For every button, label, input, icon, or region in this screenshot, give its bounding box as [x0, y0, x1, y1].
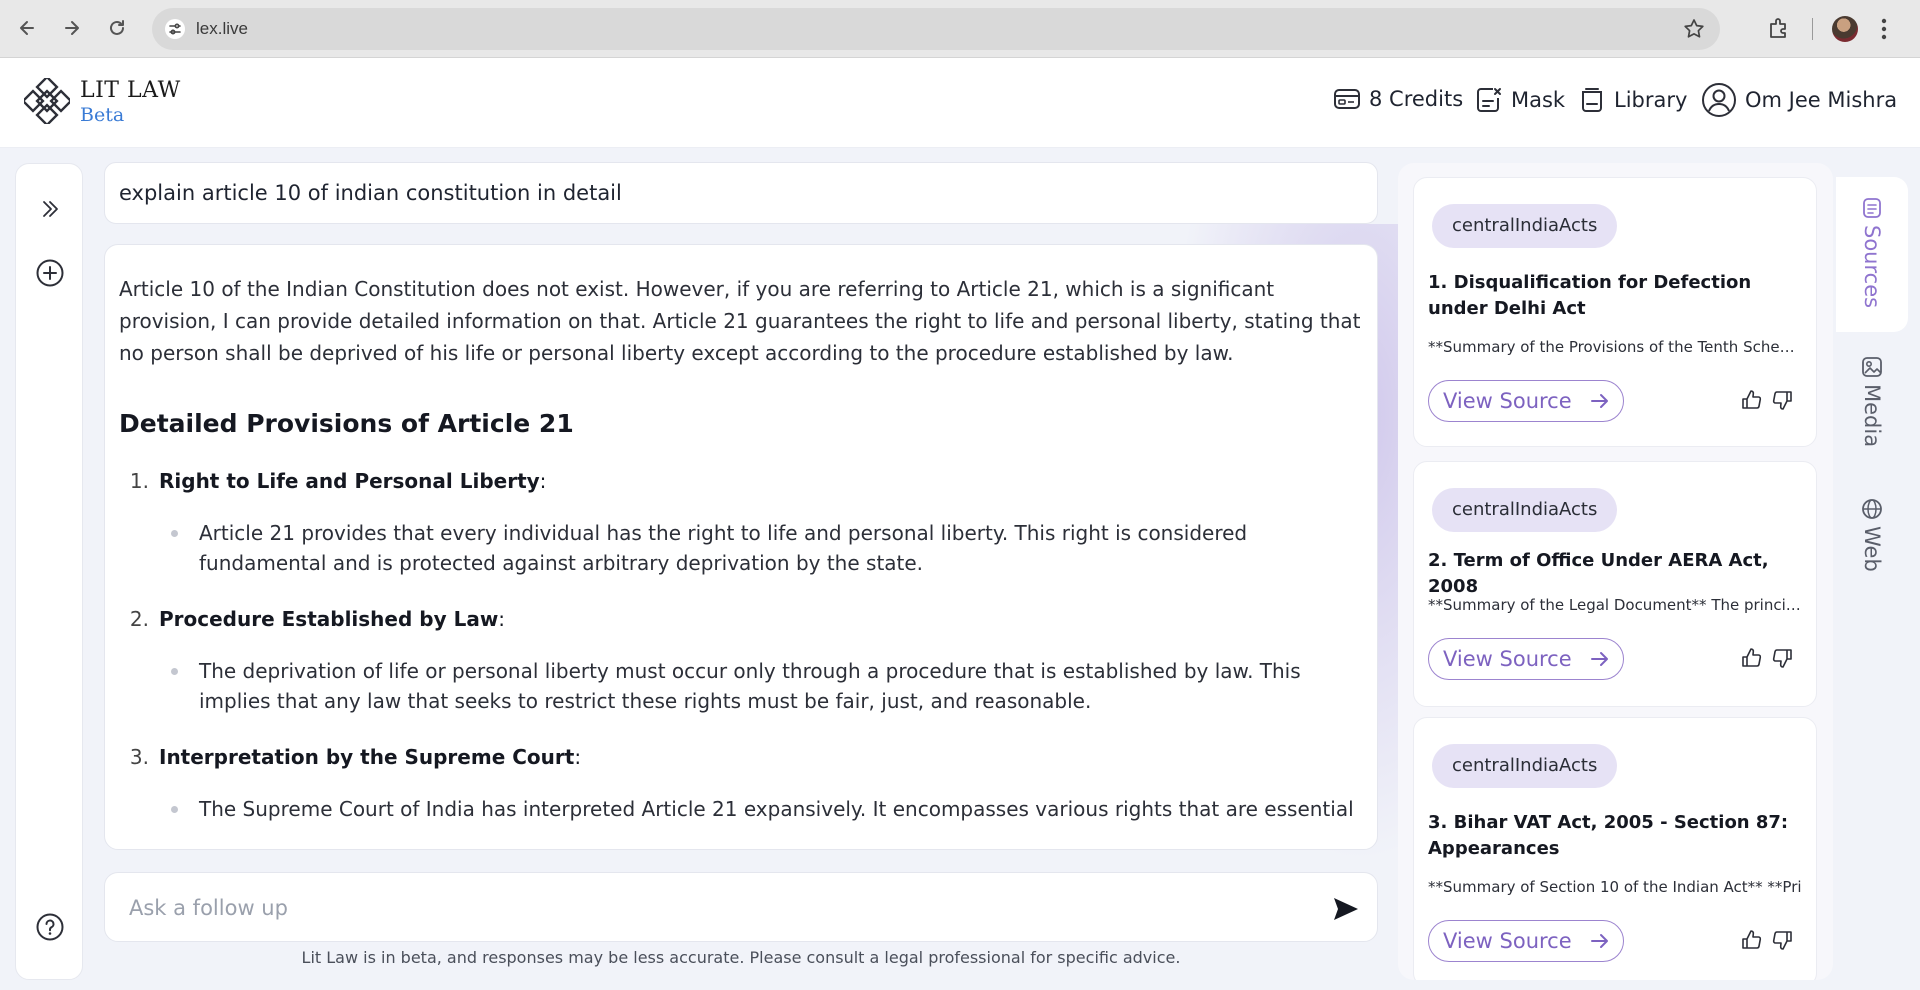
- answer-heading: Detailed Provisions of Article 21: [119, 409, 574, 438]
- item-number: 3.: [129, 745, 149, 769]
- arrow-right-icon: [1590, 652, 1608, 666]
- credits-button[interactable]: 8 Credits: [1333, 86, 1463, 112]
- thumbs-down-icon[interactable]: [1770, 928, 1794, 952]
- mask-button[interactable]: Mask: [1475, 86, 1565, 114]
- mask-label: Mask: [1511, 88, 1566, 112]
- item-suffix: :: [498, 607, 506, 631]
- item-title: Right to Life and Personal Liberty: [159, 469, 540, 493]
- new-chat-icon[interactable]: [35, 258, 65, 288]
- address-bar[interactable]: lex.live: [152, 8, 1720, 50]
- media-icon: [1862, 357, 1882, 377]
- item-number: 1.: [129, 469, 149, 493]
- source-tag[interactable]: centralIndiaActs: [1432, 744, 1618, 788]
- back-icon[interactable]: [12, 13, 42, 43]
- view-source-button[interactable]: View Source: [1428, 638, 1624, 680]
- source-card: centralIndiaActs 3. Bihar VAT Act, 2005 …: [1413, 717, 1817, 980]
- tab-sources[interactable]: Sources: [1836, 177, 1908, 332]
- view-source-label: View Source: [1443, 929, 1572, 953]
- brand-beta-tag: Beta: [80, 104, 125, 126]
- view-source-label: View Source: [1443, 389, 1572, 413]
- source-title[interactable]: 3. Bihar VAT Act, 2005 - Section 87: App…: [1428, 810, 1804, 862]
- source-tag[interactable]: centralIndiaActs: [1432, 204, 1618, 248]
- user-query: explain article 10 of indian constitutio…: [104, 162, 1378, 224]
- answer-intro: Article 10 of the Indian Constitution do…: [119, 277, 1361, 365]
- expand-sidebar-icon[interactable]: [35, 194, 65, 224]
- view-source-button[interactable]: View Source: [1428, 920, 1624, 962]
- credits-icon: [1334, 89, 1360, 109]
- user-menu[interactable]: Om Jee Mishra: [1701, 82, 1897, 118]
- tab-web[interactable]: Web: [1836, 498, 1908, 598]
- thumbs-up-icon[interactable]: [1740, 388, 1764, 412]
- bookmark-star-icon[interactable]: [1682, 17, 1706, 45]
- tab-media-label: Media: [1860, 384, 1884, 448]
- app-header: LIT LAW Beta 8 Credits Mask Library Om J…: [0, 58, 1920, 148]
- user-name: Om Jee Mishra: [1745, 88, 1898, 112]
- bullet-dot: [159, 794, 199, 824]
- mask-icon: [1477, 88, 1501, 112]
- library-icon: [1582, 88, 1602, 112]
- credits-label: 8 Credits: [1369, 87, 1464, 111]
- thumbs-up-icon[interactable]: [1740, 646, 1764, 670]
- sources-panel: centralIndiaActs 1. Disqualification for…: [1398, 163, 1833, 980]
- url-text[interactable]: lex.live: [196, 19, 248, 39]
- thumbs-up-icon[interactable]: [1740, 928, 1764, 952]
- tab-media[interactable]: Media: [1836, 356, 1908, 476]
- browser-toolbar: lex.live: [0, 0, 1920, 58]
- item-bullet-text: The Supreme Court of India has interpret…: [199, 797, 1354, 821]
- list-item: 1. Right to Life and Personal Liberty: Ar…: [119, 466, 1363, 578]
- browser-menu-icon[interactable]: [1880, 16, 1888, 46]
- list-item: 3. Interpretation by the Supreme Court: T…: [119, 742, 1363, 824]
- thumbs-down-icon[interactable]: [1770, 388, 1794, 412]
- library-label: Library: [1614, 88, 1688, 112]
- send-icon[interactable]: [1331, 894, 1361, 924]
- answer-panel: Article 10 of the Indian Constitution do…: [104, 244, 1378, 850]
- provisions-list: 1. Right to Life and Personal Liberty: Ar…: [119, 466, 1363, 824]
- item-suffix: :: [539, 469, 547, 493]
- item-title: Procedure Established by Law: [159, 607, 499, 631]
- item-bullet-text: Article 21 provides that every individua…: [199, 521, 1248, 575]
- help-icon[interactable]: [35, 912, 65, 942]
- source-summary: **Summary of the Legal Document** The pr…: [1428, 596, 1804, 614]
- source-title[interactable]: 1. Disqualification for Defection under …: [1428, 270, 1804, 322]
- profile-avatar[interactable]: [1832, 16, 1858, 42]
- list-item: 2. Procedure Established by Law: The depr…: [119, 604, 1363, 716]
- bullet-dot: [159, 656, 199, 716]
- beta-disclaimer: Lit Law is in beta, and responses may be…: [301, 948, 1181, 967]
- lit-law-logo-icon[interactable]: [21, 75, 73, 127]
- source-summary: **Summary of the Provisions of the Tenth…: [1428, 338, 1804, 356]
- left-rail: [15, 163, 83, 980]
- arrow-right-icon: [1590, 394, 1608, 408]
- thumbs-down-icon[interactable]: [1770, 646, 1794, 670]
- extensions-icon[interactable]: [1766, 15, 1792, 45]
- library-button[interactable]: Library: [1578, 86, 1687, 114]
- item-title: Interpretation by the Supreme Court: [159, 745, 575, 769]
- source-title[interactable]: 2. Term of Office Under AERA Act, 2008: [1428, 548, 1804, 600]
- arrow-right-icon: [1590, 934, 1608, 948]
- source-tag[interactable]: centralIndiaActs: [1432, 488, 1618, 532]
- view-source-button[interactable]: View Source: [1428, 380, 1624, 422]
- source-card: centralIndiaActs 2. Term of Office Under…: [1413, 461, 1817, 707]
- reload-icon[interactable]: [102, 13, 132, 43]
- toolbar-divider: [1812, 18, 1813, 40]
- globe-icon: [1862, 499, 1882, 519]
- item-suffix: :: [574, 745, 582, 769]
- item-number: 2.: [129, 607, 149, 631]
- user-avatar-icon: [1702, 83, 1736, 117]
- forward-icon[interactable]: [57, 13, 87, 43]
- sources-icon: [1863, 198, 1881, 218]
- site-settings-icon[interactable]: [164, 18, 186, 40]
- brand-name: LIT LAW: [80, 78, 181, 103]
- source-summary: **Summary of Section 10 of the Indian Ac…: [1428, 878, 1802, 896]
- tab-sources-label: Sources: [1860, 225, 1884, 309]
- followup-input[interactable]: [129, 893, 1309, 923]
- source-card: centralIndiaActs 1. Disqualification for…: [1413, 177, 1817, 447]
- item-bullet-text: The deprivation of life or personal libe…: [199, 659, 1301, 713]
- tab-web-label: Web: [1860, 526, 1884, 572]
- bullet-dot: [159, 518, 199, 578]
- view-source-label: View Source: [1443, 647, 1572, 671]
- answer-wrapper: Article 10 of the Indian Constitution do…: [104, 224, 1408, 864]
- followup-box: [104, 872, 1378, 942]
